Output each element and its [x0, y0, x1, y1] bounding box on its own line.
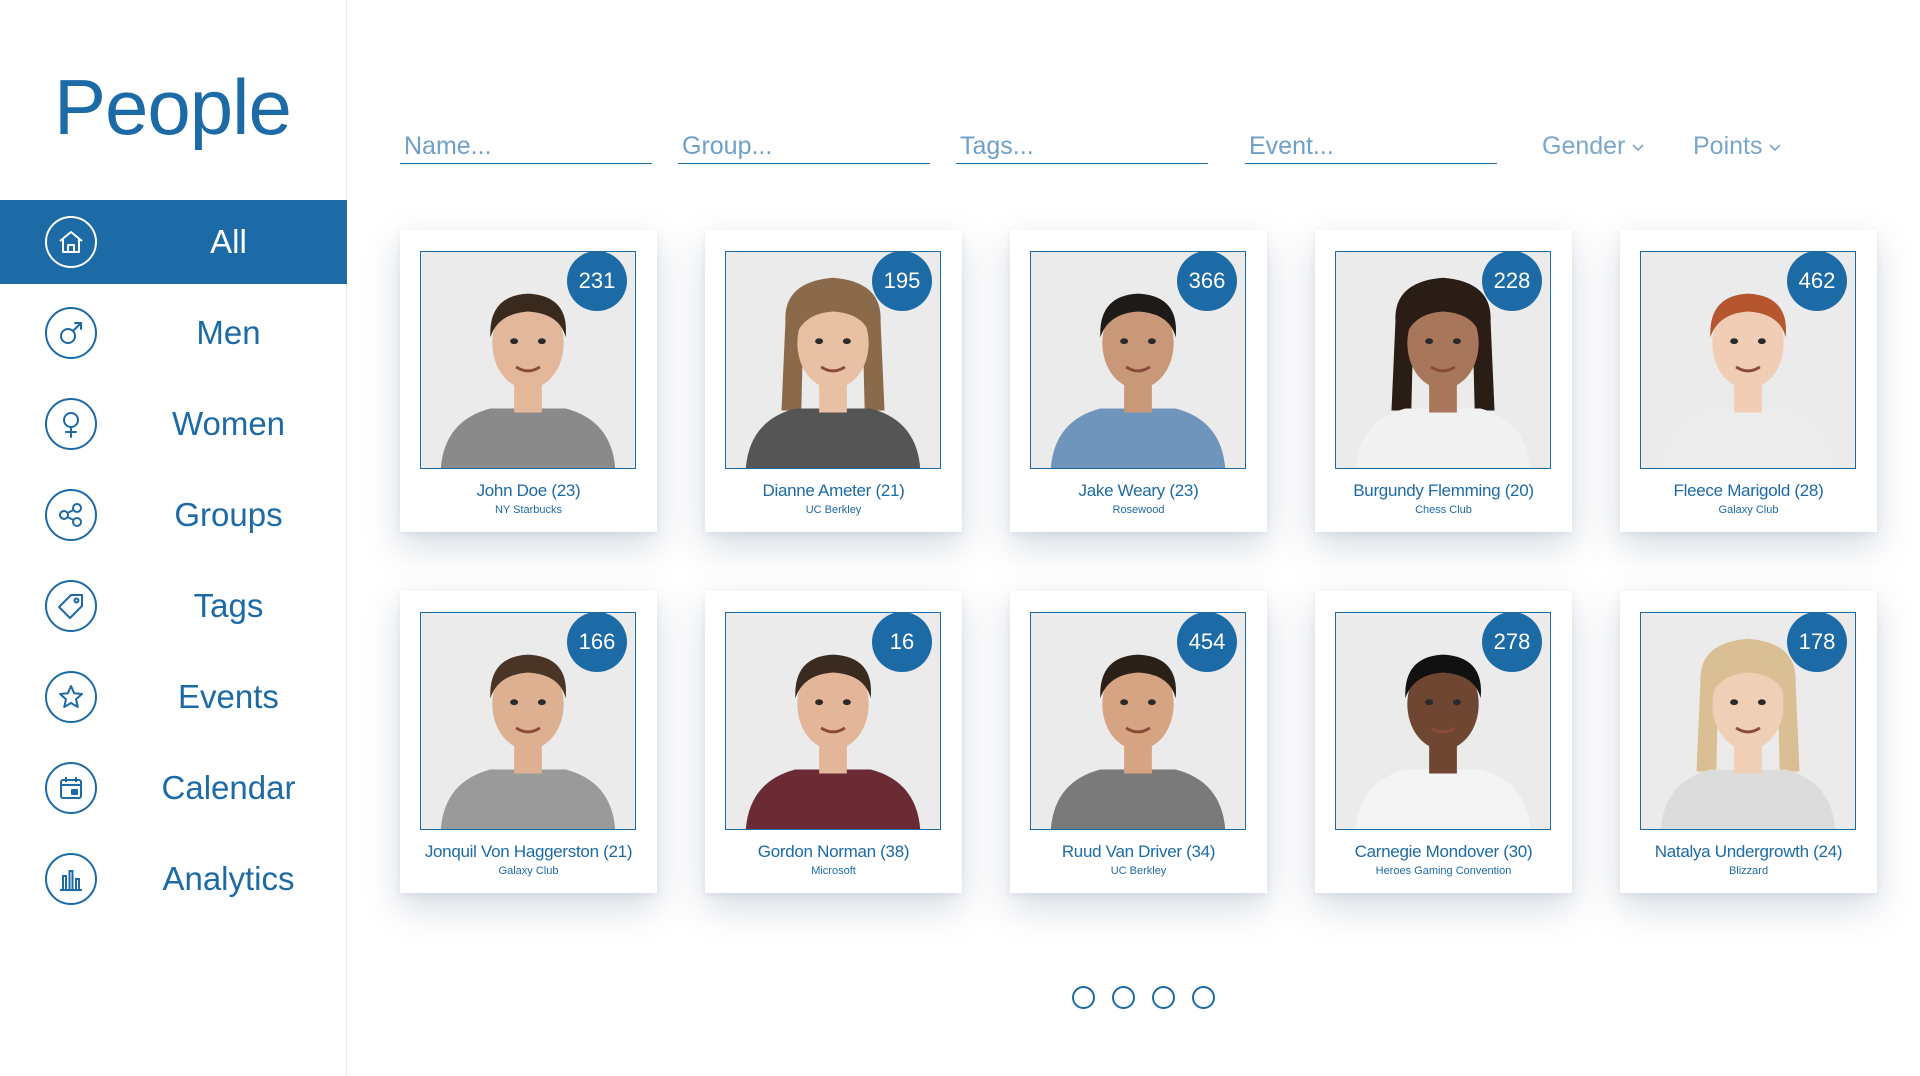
person-group: Rosewood: [1112, 504, 1165, 516]
gender-dropdown-label: Gender: [1542, 132, 1626, 160]
gender-dropdown[interactable]: Gender: [1542, 132, 1645, 161]
sidebar-item-all[interactable]: All: [0, 200, 347, 284]
points-badge: 278: [1482, 612, 1542, 672]
points-badge: 178: [1787, 612, 1847, 672]
person-name: Burgundy Flemming (20): [1353, 481, 1534, 500]
person-name: Ruud Van Driver (34): [1061, 842, 1216, 861]
tags-filter-input[interactable]: [956, 130, 1208, 164]
filter-bar: Gender Points: [400, 130, 1860, 180]
sidebar-item-women[interactable]: Women: [0, 382, 347, 466]
person-group: Chess Club: [1415, 504, 1472, 516]
points-badge: 231: [567, 251, 627, 311]
sidebar-item-groups[interactable]: Groups: [0, 473, 347, 557]
sidebar-item-label: Analytics: [162, 860, 295, 897]
points-badge: 195: [872, 251, 932, 311]
person-name: Gordon Norman (38): [757, 842, 910, 861]
points-badge: 454: [1177, 612, 1237, 672]
sidebar-item-label: Men: [196, 314, 261, 351]
person-group: Blizzard: [1728, 865, 1769, 877]
person-card[interactable]: 454 Ruud Van Driver (34) UC Berkley: [1010, 591, 1267, 893]
person-card[interactable]: 195 Dianne Ameter (21) UC Berkley: [705, 230, 962, 532]
chevron-down-icon: [1769, 143, 1782, 151]
person-card[interactable]: 462 Fleece Marigold (28) Galaxy Club: [1620, 230, 1877, 532]
share-icon: [45, 489, 97, 541]
sidebar-nav: All Men Women Groups Tags Events Calenda…: [0, 200, 347, 928]
person-card[interactable]: 166 Jonquil Von Haggerston (21) Galaxy Clu…: [400, 591, 657, 893]
person-group: Heroes Gaming Convention: [1375, 865, 1512, 877]
event-filter-input[interactable]: [1245, 130, 1497, 164]
person-card[interactable]: 178 Natalya Undergrowth (24) Blizzard: [1620, 591, 1877, 893]
points-badge: 462: [1787, 251, 1847, 311]
male-icon: [45, 307, 97, 359]
sidebar-item-label: Events: [178, 678, 279, 715]
points-dropdown[interactable]: Points: [1693, 132, 1782, 161]
bar-chart-icon: [45, 853, 97, 905]
person-group: Microsoft: [811, 865, 856, 877]
person-group: UC Berkley: [1110, 865, 1167, 877]
pagination: [1072, 986, 1215, 1009]
sidebar-item-label: Calendar: [161, 769, 296, 806]
page-dot[interactable]: [1152, 986, 1175, 1009]
calendar-icon: [45, 762, 97, 814]
sidebar-item-label: Tags: [193, 587, 264, 624]
sidebar: People All Men Women Groups Tags Events …: [0, 0, 347, 1076]
sidebar-item-tags[interactable]: Tags: [0, 564, 347, 648]
person-name: Jonquil Von Haggerston (21): [424, 842, 633, 861]
person-group: NY Starbucks: [494, 504, 563, 516]
app-title: People: [54, 63, 292, 151]
person-name: Natalya Undergrowth (24): [1654, 842, 1843, 861]
person-card[interactable]: 16 Gordon Norman (38) Microsoft: [705, 591, 962, 893]
points-dropdown-label: Points: [1693, 132, 1763, 160]
sidebar-item-men[interactable]: Men: [0, 291, 347, 375]
tag-icon: [45, 580, 97, 632]
person-card[interactable]: 231 John Doe (23) NY Starbucks: [400, 230, 657, 532]
person-name: Jake Weary (23): [1078, 481, 1199, 500]
person-group: Galaxy Club: [1718, 504, 1779, 516]
points-badge: 166: [567, 612, 627, 672]
points-badge: 16: [872, 612, 932, 672]
person-name: Dianne Ameter (21): [762, 481, 905, 500]
sidebar-item-calendar[interactable]: Calendar: [0, 746, 347, 830]
star-icon: [45, 671, 97, 723]
sidebar-item-label: Women: [171, 405, 286, 442]
person-card[interactable]: 228 Burgundy Flemming (20) Chess Club: [1315, 230, 1572, 532]
person-group: UC Berkley: [805, 504, 862, 516]
person-name: Fleece Marigold (28): [1673, 481, 1824, 500]
person-card[interactable]: 366 Jake Weary (23) Rosewood: [1010, 230, 1267, 532]
female-icon: [45, 398, 97, 450]
points-badge: 366: [1177, 251, 1237, 311]
sidebar-item-analytics[interactable]: Analytics: [0, 837, 347, 921]
home-icon: [45, 216, 97, 268]
sidebar-item-label: All: [210, 223, 247, 260]
page-dot[interactable]: [1072, 986, 1095, 1009]
sidebar-item-label: Groups: [174, 496, 283, 533]
sidebar-item-events[interactable]: Events: [0, 655, 347, 739]
group-filter-input[interactable]: [678, 130, 930, 164]
points-badge: 228: [1482, 251, 1542, 311]
person-name: Carnegie Mondover (30): [1354, 842, 1533, 861]
chevron-down-icon: [1632, 143, 1644, 151]
person-name: John Doe (23): [476, 481, 581, 500]
page-dot[interactable]: [1112, 986, 1135, 1009]
name-filter-input[interactable]: [400, 130, 652, 164]
page-dot[interactable]: [1192, 986, 1215, 1009]
person-card[interactable]: 278 Carnegie Mondover (30) Heroes Gaming C…: [1315, 591, 1572, 893]
person-group: Galaxy Club: [498, 865, 559, 877]
